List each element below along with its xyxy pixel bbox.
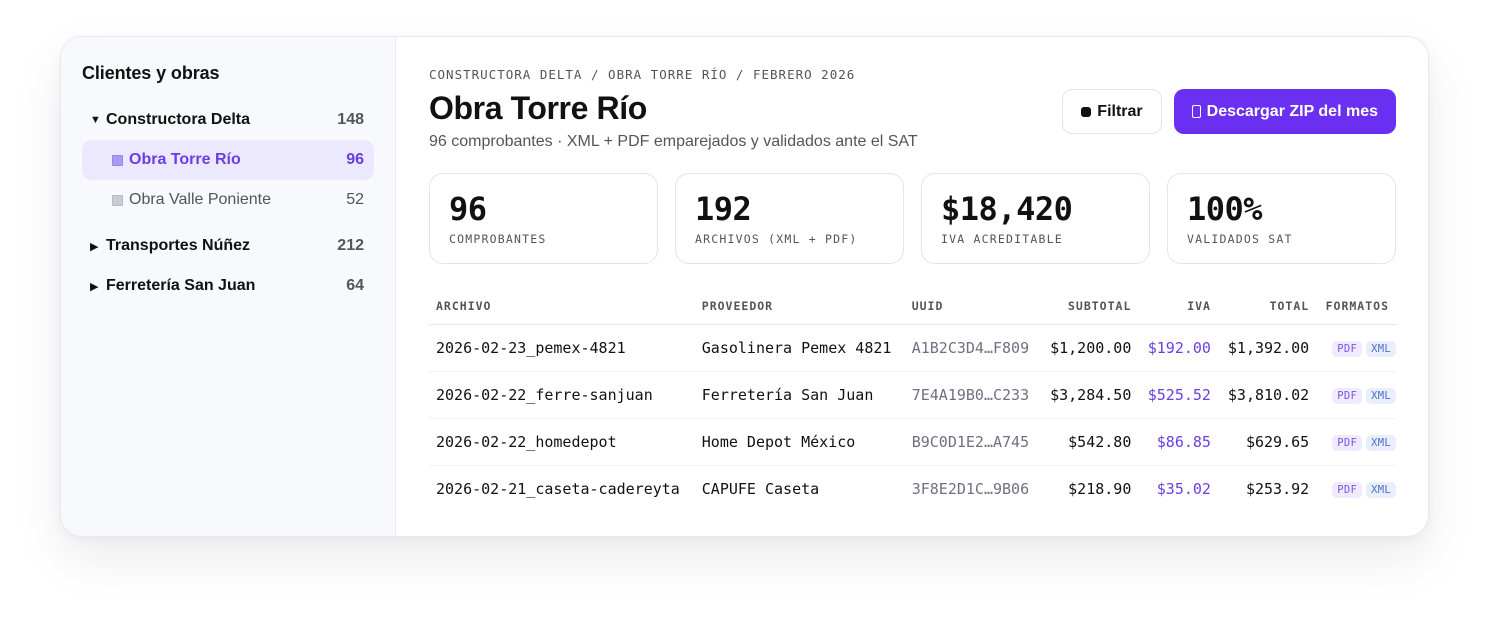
cell-archivo: 2026-02-22_homedepot [429,418,695,466]
cell-subtotal: $218.90 [1068,479,1132,498]
pdf-badge[interactable]: PDF [1332,388,1363,404]
client-ferreteria-san-juan[interactable]: ▶ Ferretería San Juan 64 [82,266,374,306]
project-icon [112,154,123,166]
cell-formatos: PDF XML [1316,465,1396,512]
column-header-archivo[interactable]: ARCHIVO [429,288,695,325]
app-window: Clientes y obras ▼ Constructora Delta 14… [60,36,1429,537]
cell-total: $3,810.02 [1217,371,1317,419]
stat-label: ARCHIVOS (XML + PDF) [695,232,858,246]
cell-total: $629.65 [1217,418,1317,466]
filter-button[interactable]: Filtrar [1062,89,1162,134]
stat-label: IVA ACREDITABLE [941,232,1063,246]
cell-uuid: B9C0D1E2…A745 [904,418,1041,466]
client-count: 64 [346,277,364,294]
cell-iva: $525.52 [1138,371,1218,419]
stat-value: $18,420 [941,190,1073,228]
cell-proveedor: Gasolinera Pemex 4821 [694,324,905,372]
client-constructora-delta[interactable]: ▼ Constructora Delta 148 [82,100,374,140]
documents-table: ARCHIVO PROVEEDOR UUID SUBTOTAL IVA TOTA… [429,288,1396,512]
pdf-badge[interactable]: PDF [1332,341,1363,357]
table-row[interactable]: 2026-02-22_homedepot Home Depot México B… [429,418,1396,466]
stat-card: $18,420 IVA ACREDITABLE [921,173,1150,264]
cell-proveedor: Home Depot México [694,418,905,466]
pdf-badge[interactable]: PDF [1332,482,1363,499]
pdf-badge[interactable]: PDF [1332,435,1363,451]
filter-label: Filtrar [1097,102,1143,120]
project-obra-torre-rio[interactable]: Obra Torre Río 96 [82,140,374,180]
cell-archivo: 2026-02-21_caseta-cadereyta [436,479,680,498]
column-header-subtotal[interactable]: SUBTOTAL [1040,288,1139,325]
cell-total: $253.92 [1245,479,1310,498]
stat-value: 100% [1187,190,1263,228]
xml-badge[interactable]: XML [1366,482,1396,499]
header-actions: Filtrar Descargar ZIP del mes [1062,89,1396,134]
column-header-uuid[interactable]: UUID [904,288,1041,325]
download-zip-label: Descargar ZIP del mes [1206,102,1378,120]
stat-label: VALIDADOS SAT [1187,232,1293,246]
column-header-total[interactable]: TOTAL [1217,288,1317,325]
client-count: 148 [337,111,364,128]
column-header-proveedor[interactable]: PROVEEDOR [694,288,905,325]
caret-right-icon[interactable]: ▶ [90,280,106,293]
column-header-iva[interactable]: IVA [1138,288,1218,325]
cell-total: $1,392.00 [1217,324,1317,372]
filter-icon [1081,106,1092,117]
main-panel: CONSTRUCTORA DELTA / OBRA TORRE RÍO / FE… [396,37,1428,536]
download-zip-button[interactable]: Descargar ZIP del mes [1173,89,1396,134]
cell-subtotal: $1,200.00 [1040,324,1139,372]
cell-subtotal: $542.80 [1040,418,1139,466]
cell-iva: $192.00 [1138,324,1218,372]
table-header-row: ARCHIVO PROVEEDOR UUID SUBTOTAL IVA TOTA… [429,288,1396,325]
stats-row: 96 COMPROBANTES 192 ARCHIVOS (XML + PDF)… [429,173,1396,264]
project-icon [112,194,123,206]
cell-uuid: 3F8E2D1C…9B06 [911,479,1030,498]
cell-proveedor: Ferretería San Juan [694,371,905,419]
table-row[interactable]: 2026-02-21_caseta-cadereyta CAPUFE Caset… [429,465,1396,512]
cell-uuid: 7E4A19B0…C233 [904,371,1041,419]
cell-iva: $86.85 [1138,418,1218,466]
project-count: 52 [346,191,364,208]
client-transportes-nunez[interactable]: ▶ Transportes Núñez 212 [82,226,374,266]
xml-badge[interactable]: XML [1366,341,1396,357]
page-subtitle: 96 comprobantes · XML + PDF emparejados … [429,133,918,150]
column-header-formatos: FORMATOS [1316,288,1396,325]
sidebar: Clientes y obras ▼ Constructora Delta 14… [61,37,396,536]
cell-archivo: 2026-02-22_ferre-sanjuan [429,371,695,419]
table-row[interactable]: 2026-02-22_ferre-sanjuan Ferretería San … [429,371,1396,419]
caret-right-icon[interactable]: ▶ [90,240,106,253]
project-count: 96 [346,151,364,168]
cell-formatos: PDF XML [1316,418,1396,466]
xml-badge[interactable]: XML [1366,388,1396,404]
cell-formatos: PDF XML [1316,371,1396,419]
cell-proveedor: CAPUFE Caseta [701,479,820,498]
sidebar-title: Clientes y obras [82,63,220,83]
project-name: Obra Valle Poniente [129,191,272,208]
breadcrumb: CONSTRUCTORA DELTA / OBRA TORRE RÍO / FE… [429,67,856,82]
stat-card: 100% VALIDADOS SAT [1167,173,1396,264]
project-obra-valle-poniente[interactable]: Obra Valle Poniente 52 [82,180,374,220]
stat-label: COMPROBANTES [449,232,547,246]
client-name: Transportes Núñez [106,237,251,254]
stat-value: 96 [449,190,487,228]
client-count: 212 [337,237,364,254]
stat-card: 192 ARCHIVOS (XML + PDF) [675,173,904,264]
table-row[interactable]: 2026-02-23_pemex-4821 Gasolinera Pemex 4… [429,324,1396,372]
cell-archivo: 2026-02-23_pemex-4821 [429,324,695,372]
cell-uuid: A1B2C3D4…F809 [904,324,1041,372]
client-name: Constructora Delta [106,111,251,128]
project-name: Obra Torre Río [129,151,241,168]
xml-badge[interactable]: XML [1366,435,1396,451]
client-name: Ferretería San Juan [106,277,256,294]
stat-value: 192 [695,190,752,228]
cell-iva: $35.02 [1156,479,1211,498]
download-icon [1191,105,1201,118]
caret-down-icon[interactable]: ▼ [90,114,106,126]
cell-subtotal: $3,284.50 [1040,371,1139,419]
stat-card: 96 COMPROBANTES [429,173,658,264]
cell-formatos: PDF XML [1316,324,1396,372]
